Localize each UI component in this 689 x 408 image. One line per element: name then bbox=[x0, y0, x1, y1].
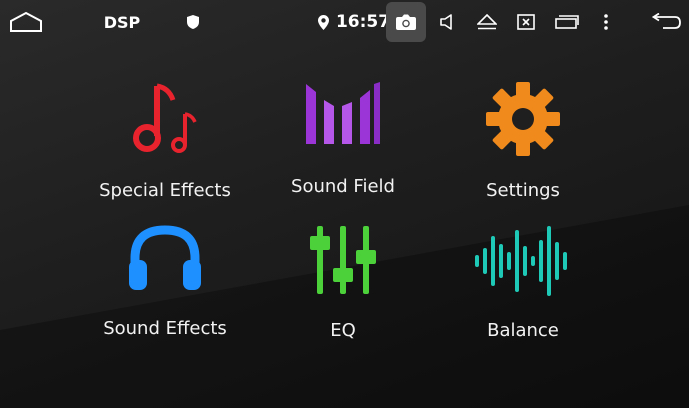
home-icon[interactable] bbox=[4, 0, 48, 44]
headphones-icon bbox=[129, 225, 201, 290]
tile-label: Sound Field bbox=[291, 176, 395, 197]
tile-balance[interactable]: Balance bbox=[438, 220, 608, 370]
music-note-icon bbox=[133, 83, 197, 153]
location-icon bbox=[314, 0, 332, 44]
tile-settings[interactable]: Settings bbox=[438, 80, 608, 230]
tile-sound-field[interactable]: Sound Field bbox=[258, 80, 428, 230]
app-title: DSP bbox=[103, 12, 141, 32]
volume-icon[interactable] bbox=[434, 0, 460, 44]
waveform-icon bbox=[475, 226, 567, 296]
tile-eq[interactable]: EQ bbox=[258, 220, 428, 370]
sound-field-icon bbox=[306, 82, 380, 144]
window-icon[interactable] bbox=[553, 0, 581, 44]
tile-label: Sound Effects bbox=[103, 318, 227, 339]
tile-label: Balance bbox=[487, 320, 559, 341]
tile-sound-effects[interactable]: Sound Effects bbox=[80, 220, 250, 370]
tile-label: Settings bbox=[486, 180, 560, 201]
tile-label: EQ bbox=[330, 320, 356, 341]
more-icon[interactable] bbox=[598, 0, 614, 44]
close-window-icon[interactable] bbox=[513, 0, 539, 44]
tile-special-effects[interactable]: Special Effects bbox=[80, 80, 250, 230]
status-bar: DSP 16:57 bbox=[0, 0, 689, 44]
eject-icon[interactable] bbox=[474, 0, 500, 44]
gear-icon bbox=[486, 82, 560, 156]
back-icon[interactable] bbox=[646, 0, 684, 44]
shield-icon bbox=[182, 0, 204, 44]
tile-label: Special Effects bbox=[99, 180, 231, 201]
camera-icon[interactable] bbox=[386, 2, 426, 42]
equalizer-icon bbox=[310, 226, 376, 294]
clock: 16:57 bbox=[335, 12, 391, 32]
